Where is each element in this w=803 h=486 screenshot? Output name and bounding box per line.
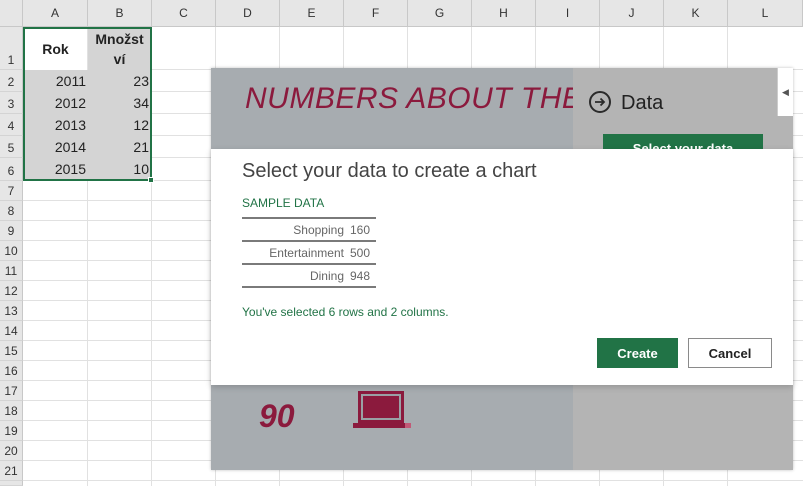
sample-row-name: Dining — [309, 268, 344, 283]
column-header-l[interactable]: L — [728, 0, 803, 27]
sample-row: Entertainment 500 — [242, 242, 376, 265]
column-header-b[interactable]: B — [88, 0, 152, 27]
laptop-icon — [353, 388, 413, 439]
row-header-19[interactable]: 19 — [0, 421, 23, 441]
select-all-corner[interactable] — [0, 0, 23, 27]
row-header-20[interactable]: 20 — [0, 441, 23, 461]
select-data-dialog: Select your data to create a chart SAMPL… — [211, 149, 793, 385]
cell-b6[interactable]: 10 — [88, 158, 151, 180]
cell-b4[interactable]: 12 — [88, 114, 151, 136]
column-header-c[interactable]: C — [152, 0, 216, 27]
cell-a5[interactable]: 2014 — [24, 136, 88, 158]
data-panel-label: Data — [621, 92, 664, 114]
sample-data-label: SAMPLE DATA — [242, 196, 325, 210]
cell-b2[interactable]: 23 — [88, 70, 151, 92]
sample-row-value: 160 — [349, 222, 371, 237]
selection-message: You've selected 6 rows and 2 columns. — [242, 305, 449, 319]
row-header-1[interactable]: 1 — [0, 27, 23, 70]
row-header-7[interactable]: 7 — [0, 181, 23, 201]
row-header-16[interactable]: 16 — [0, 361, 23, 381]
sample-row: Dining 948 — [242, 265, 376, 288]
cell-b5[interactable]: 21 — [88, 136, 151, 158]
cell-a1[interactable]: Rok — [24, 28, 87, 70]
cell-a4[interactable]: 2013 — [24, 114, 88, 136]
row-header-14[interactable]: 14 — [0, 321, 23, 341]
create-button[interactable]: Create — [597, 338, 678, 368]
cell-a3[interactable]: 2012 — [24, 92, 88, 114]
pane-title: NUMBERS ABOUT THE A — [245, 82, 611, 115]
row-header-2[interactable]: 2 — [0, 70, 23, 92]
fill-handle[interactable] — [148, 177, 154, 183]
row-header-13[interactable]: 13 — [0, 301, 23, 321]
row-header-21[interactable]: 21 — [0, 461, 23, 481]
row-header-9[interactable]: 9 — [0, 221, 23, 241]
sample-row-name: Entertainment — [269, 245, 344, 260]
column-header-e[interactable]: E — [280, 0, 344, 27]
sample-data-table: Shopping 160 Entertainment 500 Dining 94… — [242, 217, 376, 288]
column-header-d[interactable]: D — [216, 0, 280, 27]
cell-a6[interactable]: 2015 — [24, 158, 88, 180]
cell-b3[interactable]: 34 — [88, 92, 151, 114]
column-header-h[interactable]: H — [472, 0, 536, 27]
arrow-circle-right-icon[interactable] — [589, 91, 611, 113]
chevron-left-icon[interactable]: ◀ — [777, 68, 793, 116]
graph-big-number: 90 — [259, 398, 295, 434]
row-header-5[interactable]: 5 — [0, 136, 23, 158]
row-header-11[interactable]: 11 — [0, 261, 23, 281]
cell-b1[interactable]: Množst ví — [88, 28, 151, 70]
row-header-18[interactable]: 18 — [0, 401, 23, 421]
row-header-10[interactable]: 10 — [0, 241, 23, 261]
column-header-i[interactable]: I — [536, 0, 600, 27]
column-header-k[interactable]: K — [664, 0, 728, 27]
row-header-8[interactable]: 8 — [0, 201, 23, 221]
cell-a2[interactable]: 2011 — [24, 70, 88, 92]
row-header-15[interactable]: 15 — [0, 341, 23, 361]
row-header-22[interactable] — [0, 481, 23, 486]
column-header-f[interactable]: F — [344, 0, 408, 27]
sample-row: Shopping 160 — [242, 219, 376, 242]
cancel-button[interactable]: Cancel — [688, 338, 772, 368]
column-header-g[interactable]: G — [408, 0, 472, 27]
sample-row-name: Shopping — [293, 222, 344, 237]
column-header-a[interactable]: A — [23, 0, 88, 27]
row-header-3[interactable]: 3 — [0, 92, 23, 114]
sample-row-value: 500 — [349, 245, 371, 260]
dialog-title: Select your data to create a chart — [242, 160, 537, 182]
sample-row-value: 948 — [349, 268, 371, 283]
row-header-4[interactable]: 4 — [0, 114, 23, 136]
row-header-6[interactable]: 6 — [0, 158, 23, 181]
row-header-17[interactable]: 17 — [0, 381, 23, 401]
row-header-12[interactable]: 12 — [0, 281, 23, 301]
column-header-j[interactable]: J — [600, 0, 664, 27]
